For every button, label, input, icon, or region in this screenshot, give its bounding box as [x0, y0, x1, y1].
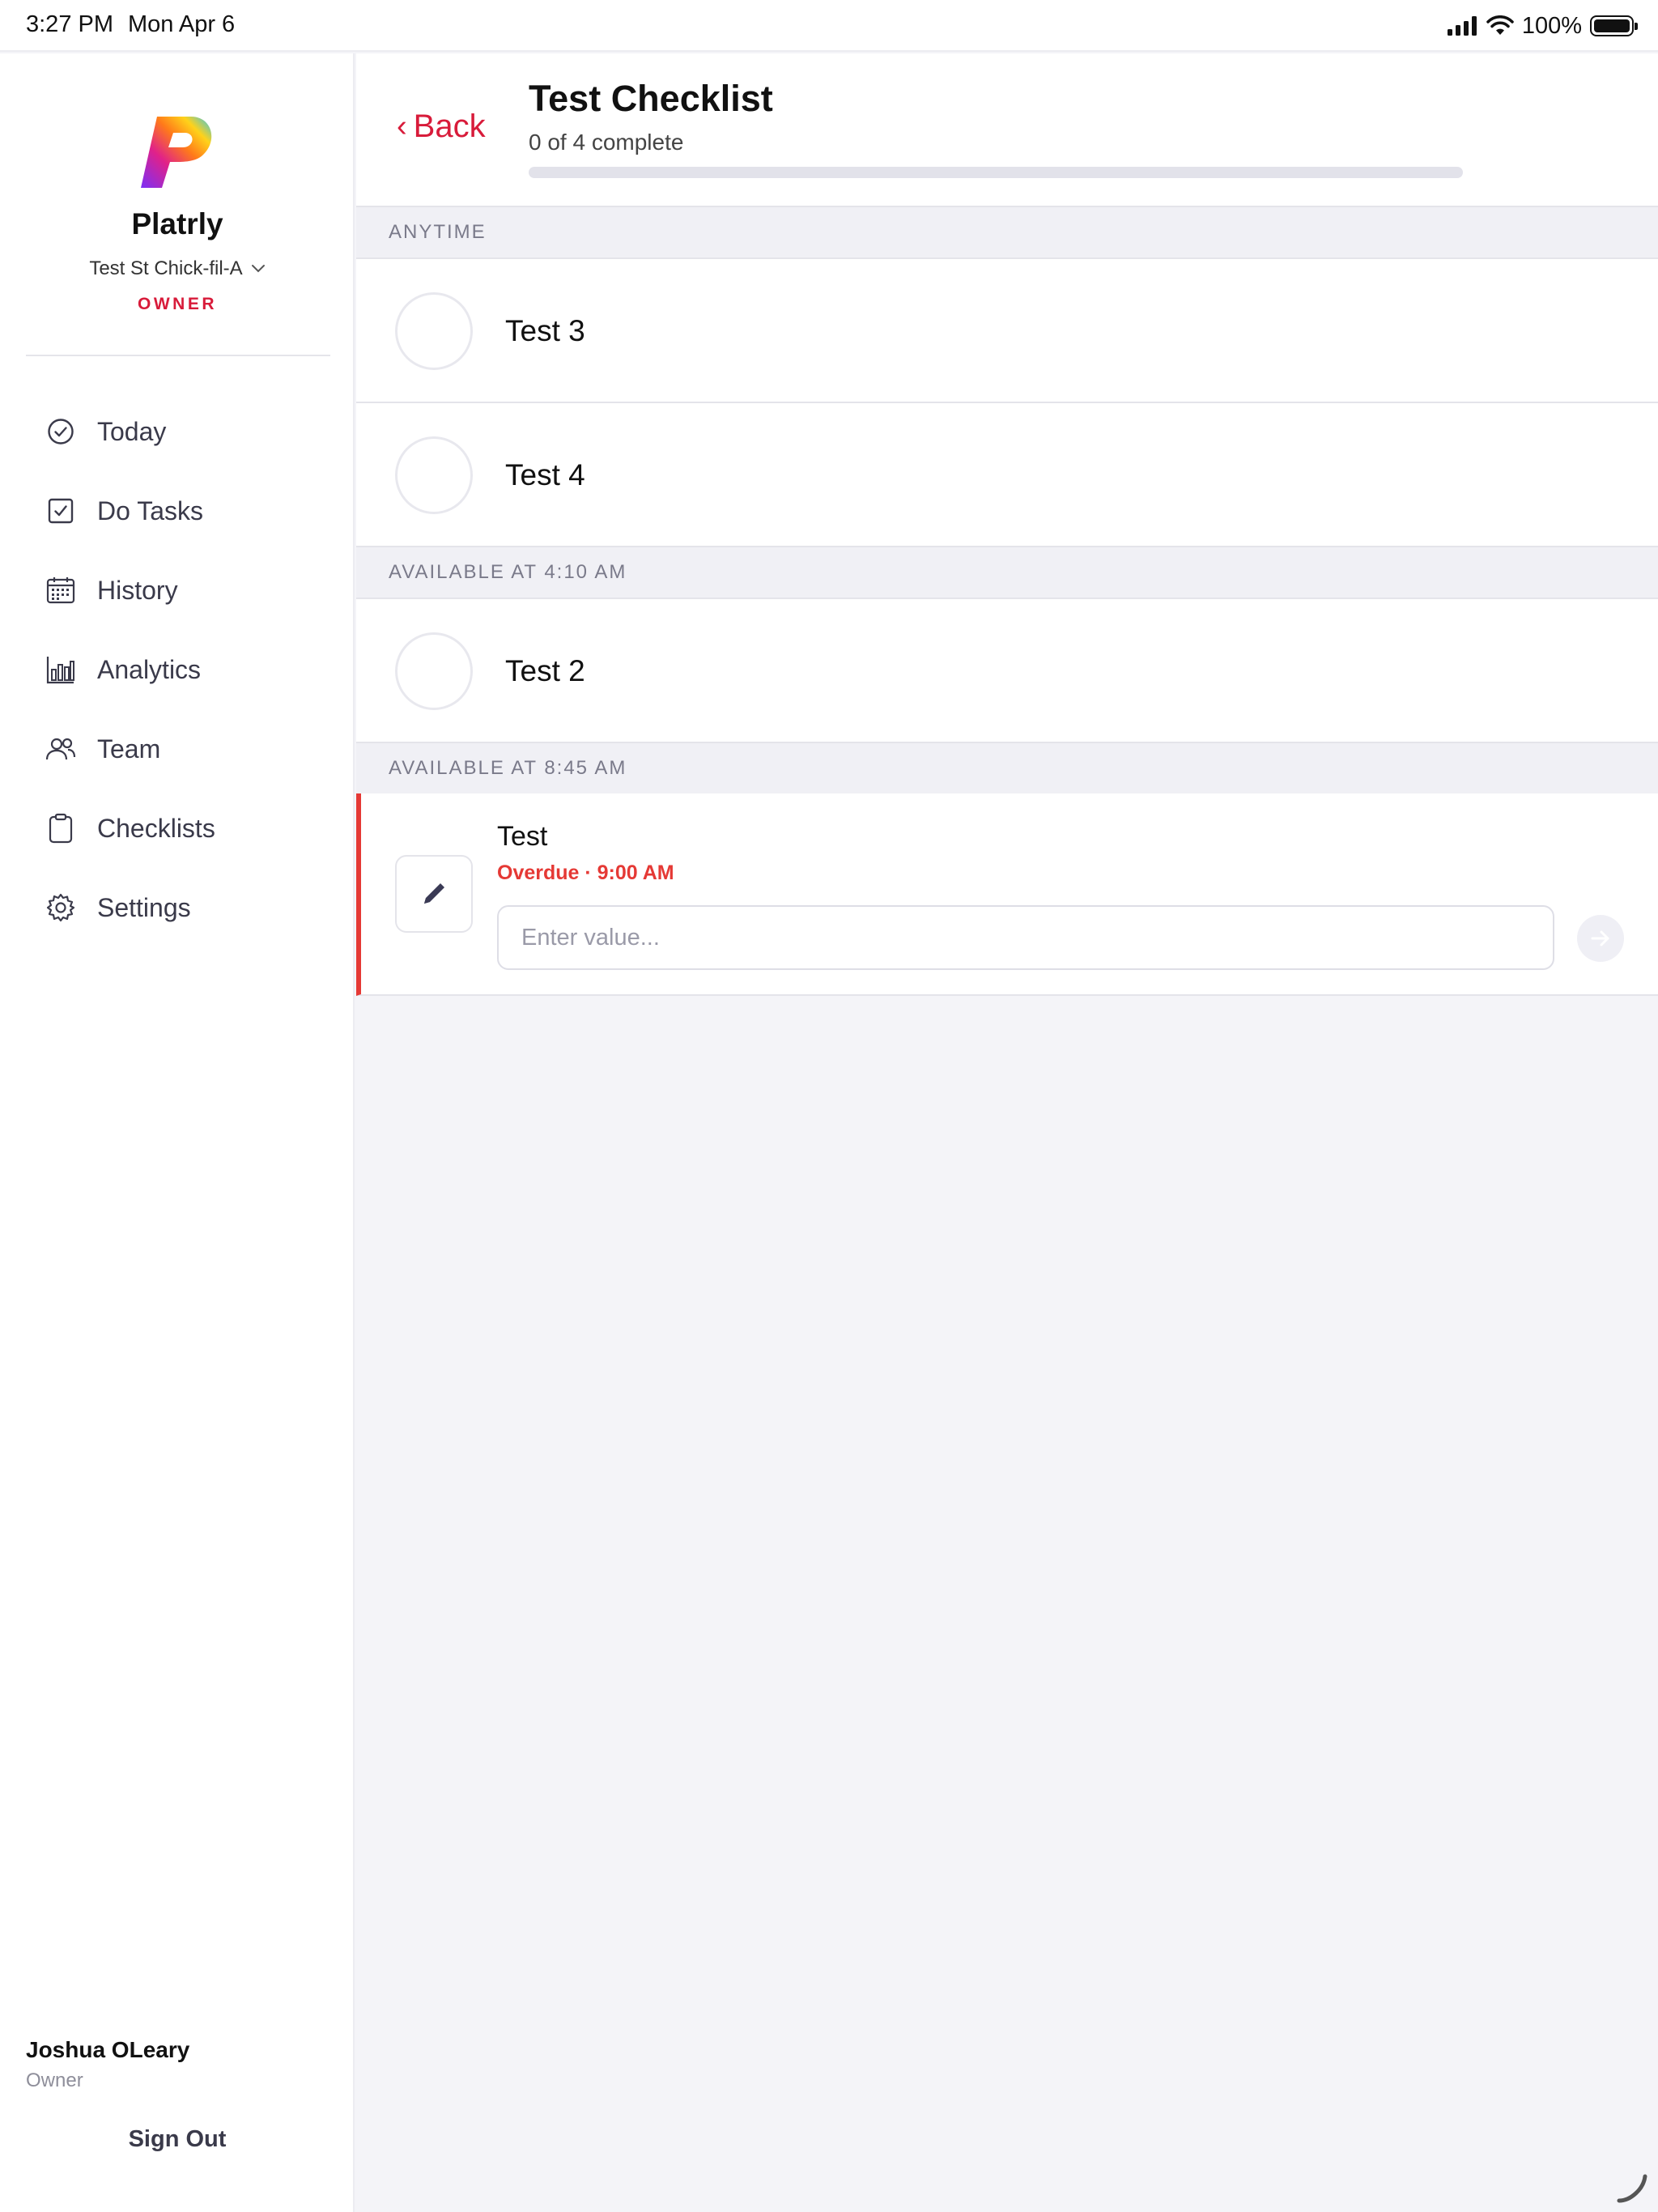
sidebar-item-label: Analytics	[97, 654, 202, 684]
status-bar: 3:27 PM Mon Apr 6 100%	[0, 0, 1658, 52]
user-role: Owner	[26, 2069, 83, 2091]
role-badge: OWNER	[138, 295, 217, 313]
task-checkbox[interactable]	[395, 436, 473, 514]
task-checkbox[interactable]	[395, 292, 473, 370]
section-header: AVAILABLE AT 4:10 AM	[356, 547, 1658, 599]
platrly-logo	[141, 117, 212, 188]
value-input[interactable]	[497, 905, 1554, 970]
gear-icon	[45, 892, 76, 923]
cellular-signal-icon	[1447, 16, 1477, 36]
resize-handle-icon	[1617, 2174, 1647, 2203]
sidebar-item-label: Today	[97, 416, 167, 446]
clipboard-icon	[45, 813, 76, 844]
pencil-icon	[424, 883, 444, 904]
arrow-right-icon	[1591, 930, 1609, 946]
sidebar-item-history[interactable]: History	[26, 551, 330, 630]
wifi-icon	[1486, 15, 1514, 35]
task-name: Test	[497, 821, 548, 852]
status-date: Mon Apr 6	[128, 11, 236, 37]
sidebar: Platrly Test St Chick-fil-A OWNER Today …	[0, 53, 355, 2212]
sidebar-item-do-tasks[interactable]: Do Tasks	[26, 471, 330, 551]
sidebar-item-label: Settings	[97, 892, 191, 922]
sign-out-button[interactable]: Sign Out	[0, 2126, 355, 2153]
calendar-icon	[45, 575, 76, 606]
sidebar-item-team[interactable]: Team	[26, 709, 330, 789]
user-name: Joshua OLeary	[26, 2037, 190, 2062]
task-row-overdue: Test Overdue · 9:00 AM	[356, 793, 1658, 996]
edit-task-button[interactable]	[395, 855, 473, 933]
store-selector[interactable]: Test St Chick-fil-A	[0, 257, 355, 280]
sidebar-item-analytics[interactable]: Analytics	[26, 630, 330, 709]
chevron-down-icon	[251, 265, 265, 273]
progress-bar	[529, 167, 1463, 178]
sidebar-item-today[interactable]: Today	[26, 392, 330, 471]
sidebar-nav: Today Do Tasks History Analytics Team Ch…	[26, 392, 330, 947]
main-content: ‹ Back Test Checklist 0 of 4 complete AN…	[356, 53, 1658, 2212]
overdue-status: Overdue · 9:00 AM	[497, 861, 674, 884]
checklist-header: ‹ Back Test Checklist 0 of 4 complete	[356, 53, 1658, 207]
task-row[interactable]: Test 4	[356, 403, 1658, 547]
store-name: Test St Chick-fil-A	[89, 257, 243, 279]
submit-value-button[interactable]	[1577, 915, 1624, 962]
task-name: Test 3	[505, 314, 585, 347]
sidebar-item-label: History	[97, 575, 178, 605]
check-circle-icon	[45, 416, 76, 447]
checkbox-icon	[45, 496, 76, 526]
status-time: 3:27 PM	[26, 11, 113, 37]
section-header: ANYTIME	[356, 207, 1658, 259]
bar-chart-icon	[45, 654, 76, 685]
task-name: Test 2	[505, 654, 585, 687]
section-header: AVAILABLE AT 8:45 AM	[356, 743, 1658, 795]
task-checkbox[interactable]	[395, 632, 473, 710]
sidebar-item-label: Do Tasks	[97, 496, 204, 525]
back-button[interactable]: ‹ Back	[397, 108, 486, 145]
sidebar-item-settings[interactable]: Settings	[26, 868, 330, 947]
page-title: Test Checklist	[529, 78, 773, 119]
sidebar-item-label: Checklists	[97, 813, 215, 843]
status-indicators: 100%	[1447, 11, 1638, 40]
task-row[interactable]: Test 2	[356, 599, 1658, 743]
battery-percentage: 100%	[1521, 12, 1582, 39]
task-row[interactable]: Test 3	[356, 259, 1658, 403]
sidebar-divider	[26, 355, 330, 356]
task-name: Test 4	[505, 458, 585, 491]
sidebar-item-label: Team	[97, 734, 161, 764]
brand-name: Platrly	[131, 207, 223, 240]
completion-count: 0 of 4 complete	[529, 130, 684, 155]
battery-icon	[1590, 15, 1638, 36]
people-icon	[45, 734, 76, 764]
back-label: Back	[413, 108, 486, 144]
chevron-left-icon: ‹	[397, 109, 407, 143]
sidebar-item-checklists[interactable]: Checklists	[26, 789, 330, 868]
